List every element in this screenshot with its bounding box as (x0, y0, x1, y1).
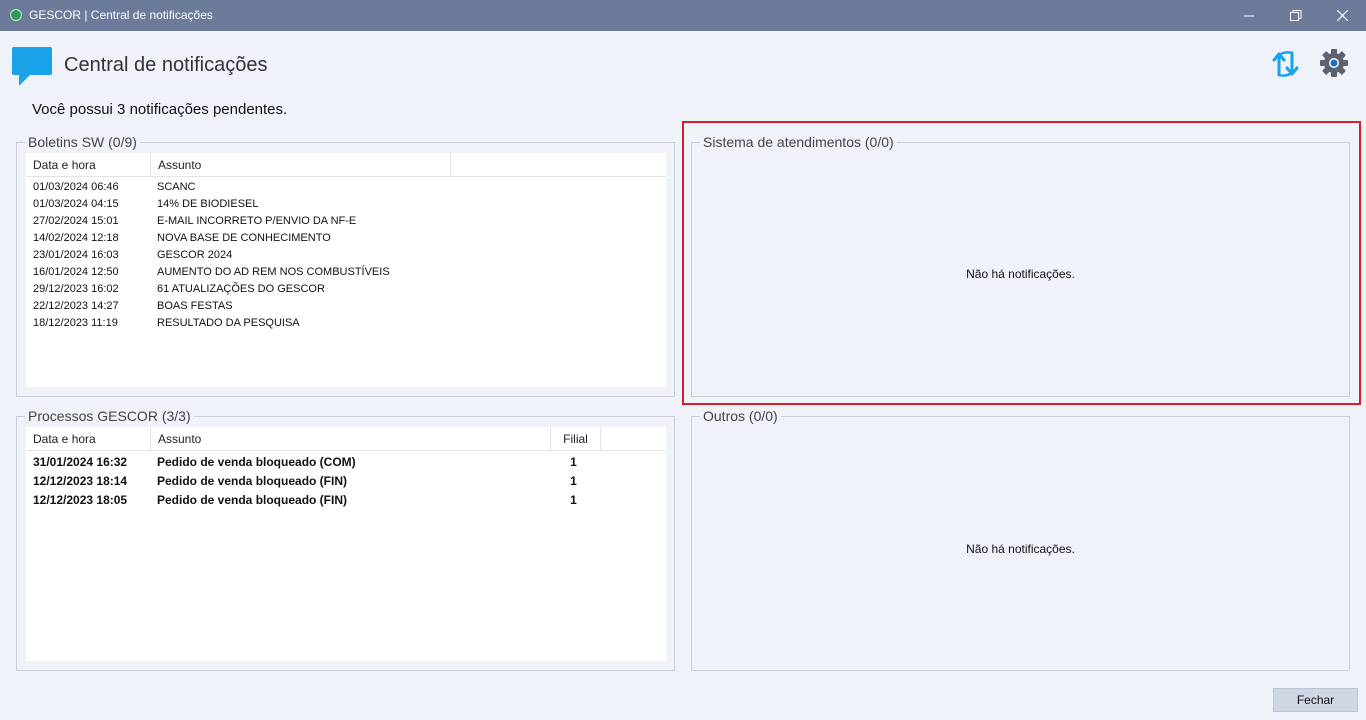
outros-group: Outros (0/0) Não há notificações. (691, 408, 1350, 671)
table-row[interactable]: 31/01/2024 16:32 Pedido de venda bloquead… (26, 453, 666, 472)
cell-datetime: 16/01/2024 12:50 (33, 266, 119, 278)
cell-subject: E-MAIL INCORRETO P/ENVIO DA NF-E (157, 215, 357, 227)
table-row[interactable]: 18/12/2023 11:19 RESULTADO DA PESQUISA (26, 315, 666, 332)
boletins-title: Boletins SW (0/9) (25, 134, 140, 150)
cell-datetime: 01/03/2024 04:15 (33, 198, 119, 210)
cell-subject: SCANC (157, 181, 196, 193)
chat-bubble-icon (12, 47, 52, 86)
table-row[interactable]: 22/12/2023 14:27 BOAS FESTAS (26, 298, 666, 315)
cell-datetime: 12/12/2023 18:05 (33, 493, 128, 507)
cell-datetime: 14/02/2024 12:18 (33, 232, 119, 244)
close-window-button[interactable] (1319, 0, 1365, 31)
close-button[interactable]: Fechar (1273, 688, 1358, 712)
table-row[interactable]: 12/12/2023 18:14 Pedido de venda bloquead… (26, 472, 666, 491)
cell-subject: 14% DE BIODIESEL (157, 198, 259, 210)
page-title: Central de notificações (64, 54, 268, 76)
restore-button[interactable] (1273, 0, 1319, 31)
close-icon (1336, 10, 1348, 21)
app-logo-icon (10, 9, 22, 21)
column-header-subject[interactable]: Assunto (151, 427, 551, 451)
column-header-datetime[interactable]: Data e hora (26, 153, 151, 177)
boletins-grid[interactable]: Data e hora Assunto 01/03/2024 06:46 SCAN… (26, 153, 666, 387)
column-header-datetime[interactable]: Data e hora (26, 427, 151, 451)
cell-filial: 1 (570, 474, 577, 488)
processos-grid[interactable]: Data e hora Assunto Filial 31/01/2024 16… (26, 427, 666, 661)
refresh-icon[interactable] (1270, 49, 1302, 79)
cell-datetime: 22/12/2023 14:27 (33, 300, 119, 312)
cell-subject: AUMENTO DO AD REM NOS COMBUSTÍVEIS (157, 266, 390, 278)
cell-subject: NOVA BASE DE CONHECIMENTO (157, 232, 331, 244)
processos-group: Processos GESCOR (3/3) Data e hora Assun… (16, 408, 675, 671)
table-row[interactable]: 23/01/2024 16:03 GESCOR 2024 (26, 247, 666, 264)
grid-header: Data e hora Assunto Filial (26, 427, 666, 451)
cell-datetime: 18/12/2023 11:19 (33, 317, 118, 329)
cell-subject: BOAS FESTAS (157, 300, 233, 312)
cell-datetime: 31/01/2024 16:32 (33, 455, 128, 469)
grid-header: Data e hora Assunto (26, 153, 666, 177)
table-row[interactable]: 16/01/2024 12:50 AUMENTO DO AD REM NOS CO… (26, 264, 666, 281)
table-row[interactable]: 27/02/2024 15:01 E-MAIL INCORRETO P/ENVIO… (26, 213, 666, 230)
column-header-filial[interactable]: Filial (551, 427, 601, 451)
minimize-icon (1244, 15, 1254, 16)
column-header-subject[interactable]: Assunto (151, 153, 451, 177)
processos-title: Processos GESCOR (3/3) (25, 408, 194, 424)
table-row[interactable]: 14/02/2024 12:18 NOVA BASE DE CONHECIMENT… (26, 230, 666, 247)
cell-datetime: 27/02/2024 15:01 (33, 215, 119, 227)
cell-subject: Pedido de venda bloqueado (FIN) (157, 474, 348, 488)
gear-icon[interactable] (1319, 48, 1349, 78)
highlight-box (682, 121, 1361, 405)
empty-message: Não há notificações. (966, 542, 1075, 556)
boletins-group: Boletins SW (0/9) Data e hora Assunto 01… (16, 134, 675, 397)
restore-icon (1290, 9, 1302, 21)
table-row[interactable]: 01/03/2024 04:15 14% DE BIODIESEL (26, 196, 666, 213)
cell-subject: Pedido de venda bloqueado (COM) (157, 455, 356, 469)
minimize-button[interactable] (1226, 0, 1272, 31)
cell-subject: 61 ATUALIZAÇÕES DO GESCOR (157, 283, 325, 295)
window-titlebar: GESCOR | Central de notificações (0, 0, 1366, 31)
cell-filial: 1 (570, 455, 577, 469)
table-row[interactable]: 29/12/2023 16:02 61 ATUALIZAÇÕES DO GESCO… (26, 281, 666, 298)
cell-datetime: 01/03/2024 06:46 (33, 181, 119, 193)
pending-notifications-text: Você possui 3 notificações pendentes. (32, 101, 288, 118)
cell-subject: RESULTADO DA PESQUISA (157, 317, 300, 329)
cell-subject: GESCOR 2024 (157, 249, 233, 261)
cell-datetime: 23/01/2024 16:03 (33, 249, 119, 261)
cell-subject: Pedido de venda bloqueado (FIN) (157, 493, 348, 507)
outros-title: Outros (0/0) (700, 408, 781, 424)
cell-datetime: 29/12/2023 16:02 (33, 283, 119, 295)
cell-datetime: 12/12/2023 18:14 (33, 474, 128, 488)
cell-filial: 1 (570, 493, 577, 507)
table-row[interactable]: 01/03/2024 06:46 SCANC (26, 179, 666, 196)
window-title: GESCOR | Central de notificações (29, 8, 213, 22)
table-row[interactable]: 12/12/2023 18:05 Pedido de venda bloquead… (26, 491, 666, 510)
